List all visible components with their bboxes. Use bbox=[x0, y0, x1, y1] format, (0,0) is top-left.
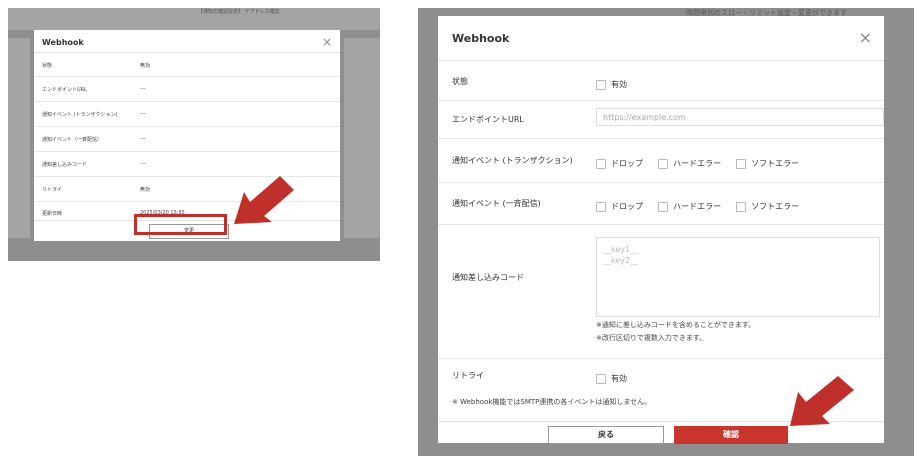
placeholder-line: __key2__ bbox=[603, 256, 639, 265]
help-text: ※通知に差し込みコードを含めることができます。 bbox=[596, 321, 756, 329]
endpoint-input[interactable]: https://example.com bbox=[596, 108, 884, 126]
row-endpoint: エンドポイントURL https://example.com bbox=[438, 100, 884, 139]
background-panel bbox=[344, 38, 380, 238]
row-label: リトライ bbox=[42, 187, 63, 193]
row-transaction-events: 通知イベント (トランザクション) ドロップ ハードエラー ソフトエラー bbox=[438, 138, 884, 183]
row-label: 通知イベント (トランザクション) bbox=[42, 112, 118, 118]
row-value: 無効 bbox=[140, 63, 151, 69]
highlight-box bbox=[134, 214, 227, 235]
checkbox-hard-error[interactable] bbox=[658, 201, 669, 212]
checkbox-drop[interactable] bbox=[596, 158, 606, 169]
checkbox-soft-error[interactable] bbox=[736, 201, 747, 212]
row-value: --- bbox=[140, 136, 146, 142]
row-status: 状態 有効 bbox=[438, 60, 884, 101]
smtp-note: ※ Webhook機能ではSMTP連携の各イベントは通知しません。 bbox=[452, 398, 652, 406]
checkbox-icon[interactable] bbox=[596, 79, 606, 90]
placeholder-line: __key1__ bbox=[603, 245, 639, 254]
row-status: 状態 無効 bbox=[34, 53, 340, 77]
row-value: --- bbox=[140, 111, 146, 117]
status-label: 状態 bbox=[452, 77, 468, 86]
arrow-icon bbox=[234, 176, 294, 224]
back-button[interactable]: 戻る bbox=[548, 426, 664, 444]
bulk-event-options: ドロップ ハードエラー ソフトエラー bbox=[596, 196, 809, 215]
modal-header: Webhook × bbox=[34, 30, 340, 53]
background-text: 【通知の確認設定】 テアドレス確認 bbox=[198, 9, 280, 15]
row-label: エンドポイントURL bbox=[42, 87, 87, 93]
retry-checkbox[interactable]: 有効 bbox=[596, 368, 637, 387]
modal-title: Webhook bbox=[452, 32, 510, 45]
endpoint-label: エンドポイントURL bbox=[452, 115, 524, 124]
insert-code-label: 通知差し込みコード bbox=[452, 273, 524, 282]
row-insert-code: 通知差し込みコード __key1__ __key2__ ※通知に差し込みコードを… bbox=[438, 224, 884, 359]
transaction-events-label: 通知イベント (トランザクション) bbox=[452, 156, 573, 165]
checkbox-hard-error[interactable] bbox=[658, 158, 669, 169]
checkbox-soft-error[interactable] bbox=[736, 158, 747, 169]
background-header bbox=[8, 8, 380, 30]
confirm-button[interactable]: 確認 bbox=[674, 426, 788, 444]
modal-title: Webhook bbox=[42, 38, 84, 47]
close-icon[interactable]: × bbox=[322, 35, 332, 49]
close-icon[interactable]: × bbox=[859, 28, 872, 47]
status-checkbox[interactable]: 有効 bbox=[596, 74, 637, 93]
row-value: --- bbox=[140, 161, 146, 167]
insert-code-textarea[interactable]: __key1__ __key2__ bbox=[596, 237, 880, 317]
bulk-events-label: 通知イベント (一斉配信) bbox=[452, 199, 541, 208]
help-text: ※改行区切りで複数入力できます。 bbox=[596, 334, 707, 342]
row-label: 通知イベント（一斉配信） bbox=[42, 137, 103, 143]
row-bulk-events: 通知イベント（一斉配信） --- bbox=[34, 127, 340, 152]
checkbox-drop[interactable] bbox=[596, 201, 606, 212]
row-label: 通知差し込みコード bbox=[42, 162, 88, 168]
row-value: --- bbox=[140, 86, 146, 92]
row-bulk-events: 通知イベント (一斉配信) ドロップ ハードエラー ソフトエラー bbox=[438, 182, 884, 225]
row-transaction-events: 通知イベント (トランザクション) --- bbox=[34, 102, 340, 127]
transaction-event-options: ドロップ ハードエラー ソフトエラー bbox=[596, 153, 809, 172]
background-panel bbox=[8, 38, 30, 238]
arrow-icon bbox=[790, 376, 854, 426]
row-label: 状態 bbox=[42, 63, 53, 69]
retry-label: リトライ bbox=[452, 371, 484, 380]
row-value: 無効 bbox=[140, 187, 151, 193]
row-label: 更新日時 bbox=[42, 211, 63, 217]
row-endpoint: エンドポイントURL --- bbox=[34, 77, 340, 102]
modal-header: Webhook × bbox=[438, 16, 884, 61]
checkbox-icon[interactable] bbox=[596, 373, 606, 384]
